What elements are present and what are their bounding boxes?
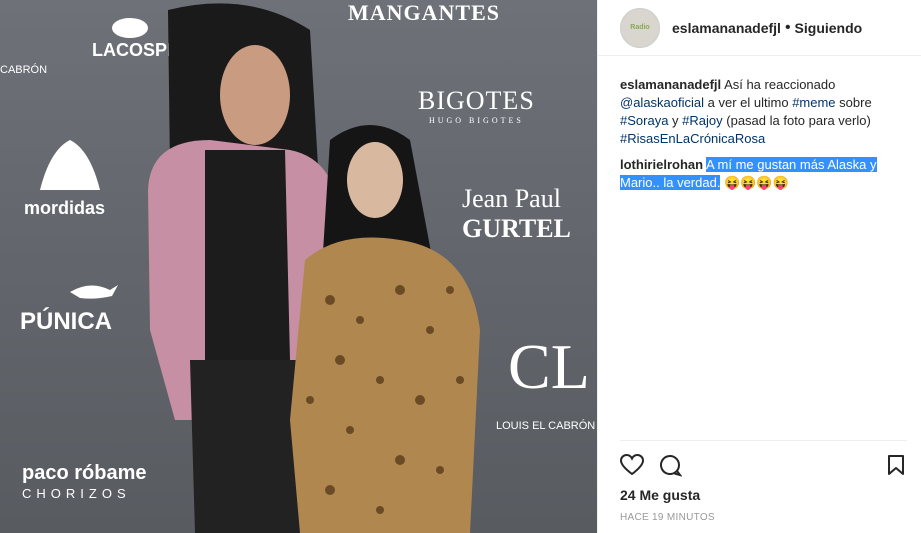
- hashtag-meme[interactable]: #meme: [792, 95, 835, 110]
- caption-text-1: Así ha reaccionado: [724, 77, 836, 92]
- people-figures: [40, 3, 480, 533]
- hashtag-risas[interactable]: #RisasEnLaCrónicaRosa: [620, 131, 765, 146]
- header-username[interactable]: eslamananadefjl: [672, 20, 781, 36]
- likes-count[interactable]: 24 Me gusta: [620, 487, 700, 503]
- caption-text-4: y: [672, 113, 679, 128]
- post-photo[interactable]: MANGANTES LACOSPE CABRÓN BIGOTES HUGO BI…: [0, 0, 597, 533]
- comments-list: eslamananadefjl Así ha reaccionado @alas…: [598, 56, 921, 192]
- post-details-pane: Radio eslamananadefjl • Siguiendo eslama…: [597, 0, 921, 533]
- comment: lothirielrohan A mí me gustan más Alaska…: [620, 156, 909, 192]
- caption-username[interactable]: eslamananadefjl: [620, 77, 721, 92]
- caption-text-2: a ver el ultimo: [707, 95, 789, 110]
- speech-bubble-icon: [660, 455, 682, 477]
- caption: eslamananadefjl Así ha reaccionado @alas…: [620, 76, 909, 148]
- hashtag-rajoy[interactable]: #Rajoy: [682, 113, 722, 128]
- comment-emojis: 😝😝😝😝: [724, 175, 789, 190]
- divider: [620, 440, 907, 441]
- heart-icon: [620, 454, 644, 476]
- comment-username[interactable]: lothirielrohan: [620, 157, 703, 172]
- mention-link[interactable]: @alaskaoficial: [620, 95, 704, 110]
- action-bar: [620, 452, 907, 478]
- following-button[interactable]: Siguiendo: [795, 20, 863, 36]
- comment-button[interactable]: [658, 452, 688, 478]
- save-button[interactable]: [887, 452, 907, 478]
- hashtag-soraya[interactable]: #Soraya: [620, 113, 668, 128]
- bookmark-icon: [888, 455, 904, 475]
- caption-text-3: sobre: [839, 95, 872, 110]
- avatar[interactable]: Radio: [620, 7, 660, 48]
- post-header: Radio eslamananadefjl • Siguiendo: [598, 0, 921, 56]
- like-button[interactable]: [620, 452, 650, 478]
- header-separator: •: [784, 18, 791, 36]
- post-timestamp: HACE 19 MINUTOS: [620, 512, 715, 523]
- caption-text-5: (pasad la foto para verlo): [726, 113, 871, 128]
